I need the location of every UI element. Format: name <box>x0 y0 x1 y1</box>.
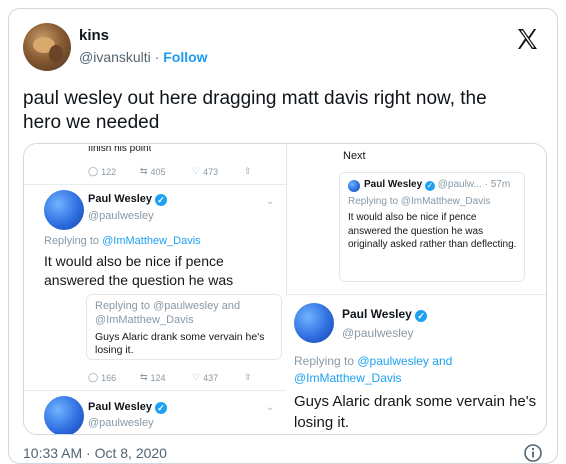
verified-icon: ✓ <box>155 402 168 414</box>
x-logo-icon[interactable] <box>515 27 539 51</box>
reply-action[interactable]: ◯ 122 <box>88 166 140 177</box>
next-card-header: Paul Wesley ✓ @paulw... · 57m <box>364 179 510 191</box>
user-name[interactable]: Paul Wesley <box>364 179 422 190</box>
replying-line: Replying to @ImMatthew_Davis <box>44 235 201 247</box>
user-handle[interactable]: @paulwesley <box>88 417 154 429</box>
verified-icon: ✓ <box>415 310 428 322</box>
overlay-replying: Replying to @paulwesley and @ImMatthew_D… <box>294 353 452 387</box>
tweet-header: kins @ivanskulti · Follow <box>23 23 543 73</box>
reply-count: 122 <box>101 166 117 177</box>
main-tweet-name-row: Paul Wesley ✓ <box>88 193 168 206</box>
user-name[interactable]: Paul Wesley <box>342 307 412 321</box>
and-label: and <box>428 354 453 368</box>
user-handle[interactable]: @paulwesley <box>88 210 154 222</box>
retweet-icon: ⇆ <box>140 166 148 176</box>
paulwesley-avatar-3[interactable] <box>294 303 334 343</box>
reply-icon: ◯ <box>88 372 99 382</box>
author-name[interactable]: kins <box>79 27 109 44</box>
user-handle[interactable]: @paulwesley <box>342 326 414 340</box>
replying-line: Replying to @ImMatthew_Davis <box>348 196 490 207</box>
info-icon[interactable] <box>523 443 543 463</box>
paulwesley-avatar-2[interactable] <box>44 396 84 434</box>
like-count: 473 <box>203 166 219 177</box>
like-icon: ♡ <box>192 372 201 382</box>
quoted-replying-label: Replying to <box>95 300 154 312</box>
follow-button[interactable]: Follow <box>163 49 207 65</box>
replying-label: Replying to <box>44 235 103 247</box>
tweet-timestamp[interactable]: 10:33 AM · Oct 8, 2020 <box>23 445 167 461</box>
quoted-reply-box: Replying to @paulwesley and @ImMatthew_D… <box>86 294 282 360</box>
quoted-mention-1[interactable]: @paulwesley <box>153 300 219 312</box>
user-name[interactable]: Paul Wesley <box>88 193 152 205</box>
bottom-action-bar: ◯ 166 ⇆ 124 ♡ 437 ⇧ <box>88 372 296 383</box>
reply-icon: ◯ <box>88 166 99 176</box>
next-tweet-card[interactable]: Paul Wesley ✓ @paulw... · 57m Replying t… <box>339 172 525 282</box>
user-name[interactable]: Paul Wesley <box>88 401 152 413</box>
author-handle[interactable]: @ivanskulti <box>79 49 151 65</box>
retweet-action[interactable]: ⇆ 405 <box>140 166 192 177</box>
top-action-bar: ◯ 122 ⇆ 405 ♡ 473 ⇧ <box>88 166 296 177</box>
replying-label: Replying to <box>348 196 401 207</box>
like-icon: ♡ <box>192 166 201 176</box>
replying-mention[interactable]: @ImMatthew_Davis <box>102 235 201 247</box>
bottom-user-name-row: Paul Wesley ✓ <box>88 401 168 414</box>
overlay-text: Guys Alaric drank some vervain he's losi… <box>294 393 537 431</box>
avatar[interactable] <box>23 23 71 71</box>
quoted-reply-text: Guys Alaric drank some vervain he's losi… <box>95 331 265 356</box>
chevron-down-icon[interactable]: ⌄ <box>266 402 274 413</box>
overlay-screenshot: Paul Wesley ✓ @paulwesley Replying to @p… <box>286 294 546 434</box>
author-handle-row: @ivanskulti · Follow <box>79 49 208 65</box>
like-action[interactable]: ♡ 437 <box>192 372 244 383</box>
retweet-icon: ⇆ <box>140 372 148 382</box>
user-handle[interactable]: @paulw... <box>438 179 482 190</box>
verified-icon: ✓ <box>155 194 168 206</box>
replying-mention[interactable]: @ImMatthew_Davis <box>401 196 491 207</box>
reply-action[interactable]: ◯ 166 <box>88 372 140 383</box>
retweet-action[interactable]: ⇆ 124 <box>140 372 192 383</box>
tweet-text: paul wesley out here dragging matt davis… <box>23 88 487 133</box>
next-label[interactable]: Next <box>343 150 366 162</box>
separator: · <box>154 49 160 65</box>
retweet-count: 405 <box>150 166 166 177</box>
chevron-down-icon[interactable]: ⌄ <box>266 196 274 207</box>
right-screenshot-panel: Next Paul Wesley ✓ @paulw... · 57m Reply… <box>287 144 546 304</box>
next-card-text: It would also be nice if pence answered … <box>348 212 517 250</box>
time-ago: · 57m <box>484 179 511 190</box>
share-icon: ⇧ <box>244 372 252 382</box>
reply-count: 166 <box>101 372 117 383</box>
left-screenshot-panel: finish his point ◯ 122 ⇆ 405 ♡ 473 ⇧ Pau… <box>24 144 286 434</box>
like-count: 437 <box>203 372 219 383</box>
verified-icon: ✓ <box>424 181 435 191</box>
replying-label: Replying to <box>294 354 358 368</box>
quoted-mention-2[interactable]: @ImMatthew_Davis <box>95 314 194 326</box>
paulwesley-avatar[interactable] <box>44 190 84 230</box>
mention-2[interactable]: @ImMatthew_Davis <box>294 371 402 385</box>
overlay-name-row: Paul Wesley ✓ <box>342 307 428 322</box>
quoted-and: and <box>218 300 241 312</box>
quoted-replying: Replying to @paulwesley and @ImMatthew_D… <box>95 299 240 327</box>
main-tweet-text: It would also be nice if pence answered … <box>44 253 234 288</box>
avatar[interactable] <box>348 180 360 192</box>
partial-text: finish his point <box>88 146 152 153</box>
tweet-card: kins @ivanskulti · Follow paul wesley ou… <box>8 8 558 464</box>
tweet-media[interactable]: finish his point ◯ 122 ⇆ 405 ♡ 473 ⇧ Pau… <box>23 143 547 435</box>
mention-1[interactable]: @paulwesley <box>357 354 429 368</box>
like-action[interactable]: ♡ 473 <box>192 166 244 177</box>
share-icon: ⇧ <box>244 166 252 176</box>
retweet-count: 124 <box>150 372 166 383</box>
